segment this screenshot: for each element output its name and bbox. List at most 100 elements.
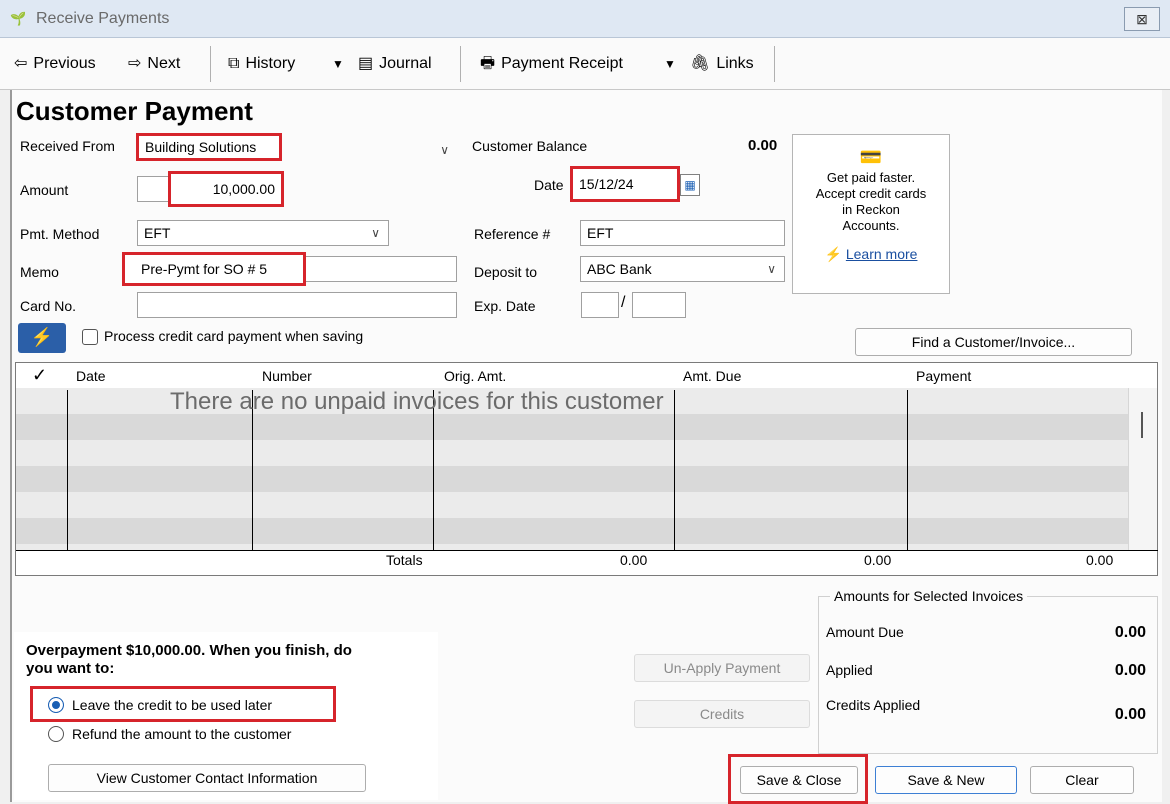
date-input[interactable]: 15/12/24 — [570, 166, 680, 202]
ad-line: Get paid faster. — [826, 170, 916, 185]
view-contact-button[interactable]: View Customer Contact Information — [48, 764, 366, 792]
exp-date-label: Exp. Date — [474, 298, 536, 314]
card-no-input[interactable] — [137, 292, 457, 318]
close-button[interactable]: ⊠ — [1124, 7, 1160, 31]
memo-input[interactable]: Pre-Pymt for SO # 5 — [122, 252, 306, 286]
column-header-orig-amt[interactable]: Orig. Amt. — [444, 368, 506, 384]
exp-date-separator: / — [621, 294, 626, 311]
deposit-to-label: Deposit to — [474, 264, 538, 280]
lightning-icon: ⚡ — [824, 246, 842, 262]
grid-row — [16, 414, 1128, 440]
grid-row — [16, 440, 1128, 466]
credits-button[interactable]: Credits — [634, 700, 810, 728]
received-from-value[interactable]: Building Solutions — [136, 133, 282, 161]
unapply-payment-button[interactable]: Un-Apply Payment — [634, 654, 810, 682]
history-icon: ⧉ — [228, 55, 240, 72]
refund-label[interactable]: Refund the amount to the customer — [72, 726, 291, 742]
column-header-payment[interactable]: Payment — [916, 368, 971, 384]
totals-amt-due: 0.00 — [864, 552, 892, 568]
window-title: Receive Payments — [36, 10, 170, 27]
overpayment-question: you want to: — [26, 660, 115, 677]
process-cc-checkbox[interactable] — [82, 329, 98, 345]
chevron-down-icon: ∨ — [767, 262, 776, 276]
amount-due-value: 0.00 — [1114, 624, 1146, 641]
scrollbar-thumb[interactable] — [1141, 412, 1143, 438]
check-column-header: ✓ — [32, 365, 48, 385]
column-header-date[interactable]: Date — [76, 368, 106, 384]
page-title: Customer Payment — [16, 96, 253, 126]
empty-grid-message: There are no unpaid invoices for this cu… — [170, 388, 664, 415]
deposit-to-select[interactable]: ABC Bank ∨ — [580, 256, 785, 282]
learn-more-link[interactable]: Learn more — [846, 246, 918, 262]
chevron-down-icon: ∨ — [371, 226, 380, 240]
grid-scrollbar[interactable] — [1128, 388, 1157, 550]
credit-card-icon: ⚡ — [18, 323, 66, 353]
pmt-method-label: Pmt. Method — [20, 226, 100, 242]
ad-panel: 💳 Get paid faster. Accept credit cards i… — [792, 134, 950, 294]
customer-balance-value: 0.00 — [748, 137, 778, 154]
exp-month-input[interactable] — [581, 292, 619, 318]
column-divider — [907, 390, 908, 550]
history-button[interactable]: ⧉ History — [228, 52, 295, 76]
save-close-button[interactable]: Save & Close — [740, 766, 858, 794]
printer-icon: 🖶 — [480, 55, 496, 72]
leave-credit-radio[interactable] — [48, 697, 64, 713]
credits-applied-value: 0.00 — [1114, 706, 1146, 723]
card-no-label: Card No. — [20, 298, 77, 314]
money-icon: 💳 — [859, 147, 883, 167]
next-icon: ⇨ — [128, 55, 142, 72]
app-icon: 🌱 — [10, 11, 27, 26]
save-new-button[interactable]: Save & New — [875, 766, 1017, 794]
column-divider — [674, 390, 675, 550]
received-from-label: Received From — [20, 138, 115, 154]
totals-payment: 0.00 — [1086, 552, 1114, 568]
memo-label: Memo — [20, 264, 59, 280]
applied-value: 0.00 — [1114, 662, 1146, 679]
credits-applied-label: Credits Applied — [826, 697, 921, 713]
title-bar: 🌱 Receive Payments ⊠ — [0, 0, 1170, 38]
clear-button[interactable]: Clear — [1030, 766, 1134, 794]
payment-receipt-button[interactable]: 🖶 Payment Receipt — [480, 52, 623, 76]
pmt-method-select[interactable]: EFT ∨ — [137, 220, 389, 246]
toolbar-divider — [774, 46, 775, 82]
amounts-legend: Amounts for Selected Invoices — [830, 588, 1028, 604]
ad-line: Accounts. — [842, 218, 900, 233]
history-dropdown[interactable]: ▼ — [332, 52, 344, 76]
links-button[interactable]: 🖇 Links — [690, 52, 754, 76]
paperclip-icon: 🖇 — [690, 55, 711, 72]
amount-due-label: Amount Due — [826, 624, 904, 640]
totals-label: Totals — [386, 552, 423, 568]
grid-row — [16, 492, 1128, 518]
column-divider — [67, 390, 68, 550]
ad-line: in Reckon — [842, 202, 900, 217]
totals-orig-amt: 0.00 — [620, 552, 648, 568]
column-header-number[interactable]: Number — [262, 368, 312, 384]
grid-row — [16, 466, 1128, 492]
customer-balance-label: Customer Balance — [472, 138, 588, 154]
previous-icon: ⇦ — [14, 55, 28, 72]
chevron-down-icon: ∨ — [440, 143, 449, 157]
previous-button[interactable]: ⇦ Previous — [14, 52, 96, 76]
applied-label: Applied — [826, 662, 873, 678]
toolbar: ⇦ Previous ⇨ Next ⧉ History ▼ ▤ Journal 🖶 Pay… — [0, 38, 1170, 90]
reference-label: Reference # — [474, 226, 551, 242]
exp-year-input[interactable] — [632, 292, 686, 318]
totals-divider — [16, 550, 1158, 551]
column-header-amt-due[interactable]: Amt. Due — [683, 368, 741, 384]
find-customer-invoice-button[interactable]: Find a Customer/Invoice... — [855, 328, 1132, 356]
reference-input[interactable]: EFT — [580, 220, 785, 246]
date-label: Date — [534, 177, 564, 193]
journal-button[interactable]: ▤ Journal — [358, 52, 432, 76]
calendar-icon[interactable]: ▦ — [680, 174, 700, 196]
payment-receipt-dropdown[interactable]: ▼ — [664, 52, 676, 76]
amount-input[interactable]: 10,000.00 — [168, 171, 284, 207]
next-button[interactable]: ⇨ Next — [128, 52, 180, 76]
leave-credit-label[interactable]: Leave the credit to be used later — [72, 697, 272, 713]
overpayment-message: Overpayment $10,000.00. When you finish,… — [26, 642, 352, 659]
process-cc-label: Process credit card payment when saving — [104, 328, 364, 344]
toolbar-divider — [460, 46, 461, 82]
amount-label: Amount — [20, 182, 69, 198]
refund-radio[interactable] — [48, 726, 64, 742]
grid-row — [16, 518, 1128, 544]
ad-line: Accept credit cards — [815, 186, 927, 201]
